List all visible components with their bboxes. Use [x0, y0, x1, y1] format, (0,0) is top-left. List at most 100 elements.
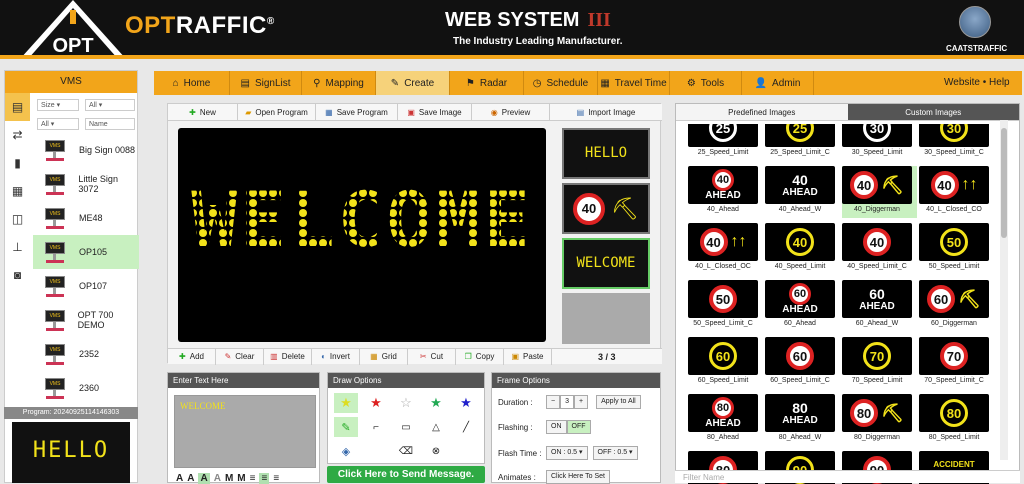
camera-icon[interactable]: ◙ — [5, 261, 30, 289]
grid-button[interactable]: ▦ Grid — [360, 348, 408, 365]
nav-item-signlist[interactable]: ▤ SignList — [230, 71, 302, 95]
align-left-icon[interactable]: ≡ — [250, 473, 256, 484]
predefined-image[interactable]: 70 70_Speed_Limit_C — [919, 337, 994, 389]
help-link[interactable]: Help — [989, 77, 1010, 88]
cut-button[interactable]: ✂ Cut — [408, 348, 456, 365]
open-program-button[interactable]: ▰ Open Program — [238, 104, 316, 121]
nav-item-travel-time[interactable]: ▦ Travel Time — [598, 71, 670, 95]
predefined-image[interactable]: 40 AHEAD 40_Ahead_W — [765, 166, 840, 218]
vms-list-item[interactable]: VMS Little Sign 3072 — [33, 167, 139, 201]
predefined-image[interactable]: 80 AHEAD 80_Ahead_W — [765, 394, 840, 446]
add-button[interactable]: ✚ Add — [168, 348, 216, 365]
save-program-button[interactable]: ▦ Save Program — [316, 104, 398, 121]
apply-to-all-button[interactable]: Apply to All — [596, 395, 641, 409]
align-center-icon[interactable]: ≡ — [259, 473, 270, 484]
paste-button[interactable]: ▣ Paste — [504, 348, 552, 365]
led-canvas[interactable]: WELCOME — [178, 128, 546, 342]
predefined-image[interactable]: 70 70_Speed_Limit — [842, 337, 917, 389]
nav-item-radar[interactable]: ⚑ Radar — [450, 71, 524, 95]
radar-sign-icon[interactable]: ◫ — [5, 205, 30, 233]
vms-list-item[interactable]: VMS OPT 700 DEMO — [33, 303, 139, 337]
vms-list-item[interactable]: VMS 2360 — [33, 371, 139, 405]
flash-on-button[interactable]: ON — [546, 420, 567, 434]
frame-thumb-1[interactable]: HELLO — [562, 128, 650, 179]
star-green-icon[interactable]: ★ — [424, 393, 448, 413]
flash-off-button[interactable]: OFF — [566, 420, 591, 434]
predefined-image[interactable]: 50 50_Speed_Limit — [919, 223, 994, 275]
vms-list-item[interactable]: VMS ME48 — [33, 201, 139, 235]
crop-icon[interactable]: ⌐ — [364, 417, 388, 437]
rect-select-icon[interactable]: ▭ — [394, 417, 418, 437]
predefined-image[interactable]: 25 25_Speed_Limit — [688, 124, 763, 161]
size-filter[interactable]: Size ▾ — [37, 99, 79, 111]
predefined-image[interactable]: 80 AHEAD 80_Ahead — [688, 394, 763, 446]
predefined-image[interactable]: 30 30_Speed_Limit_C — [919, 124, 994, 161]
send-message-button[interactable]: Click Here to Send Message. — [327, 466, 485, 483]
arrow-board-icon[interactable]: ⇄ — [5, 121, 30, 149]
predefined-image[interactable]: 60 60_Speed_Limit — [688, 337, 763, 389]
triangle-icon[interactable]: △ — [424, 417, 448, 437]
clear-circle-icon[interactable]: ⊗ — [424, 441, 448, 461]
nav-item-home[interactable]: ⌂ Home — [154, 71, 230, 95]
duration-minus[interactable]: − — [546, 395, 561, 409]
bucket-icon[interactable]: ◈ — [334, 441, 358, 461]
invert-button[interactable]: ◐ Invert — [312, 348, 360, 365]
predefined-image[interactable]: 50 50_Speed_Limit_C — [688, 280, 763, 332]
username[interactable]: CAATSTRAFFIC — [946, 44, 1007, 53]
led-icon[interactable]: ▦ — [5, 177, 30, 205]
nav-item-create[interactable]: ✎ Create — [376, 71, 450, 95]
gallery-scrollbar[interactable] — [1000, 120, 1008, 460]
predefined-image[interactable]: 40 AHEAD 40_Ahead — [688, 166, 763, 218]
copy-button[interactable]: ❐ Copy — [456, 348, 504, 365]
vms-type-icon[interactable]: ▤ — [5, 93, 30, 121]
predefined-image[interactable]: 80 80_Speed_Limit — [919, 394, 994, 446]
predefined-image[interactable]: 25 25_Speed_Limit_C — [765, 124, 840, 161]
predefined-image[interactable]: 30 30_Speed_Limit — [842, 124, 917, 161]
nav-item-admin[interactable]: 👤 Admin — [742, 71, 814, 95]
tab-custom-images[interactable]: Custom Images — [847, 104, 1019, 121]
star-red-icon[interactable]: ★ — [364, 393, 388, 413]
clear-button[interactable]: ✎ Clear — [216, 348, 264, 365]
font-a-4[interactable]: A — [214, 473, 221, 484]
pencil-icon[interactable]: ✎ — [334, 417, 358, 437]
duration-plus[interactable]: + — [574, 395, 589, 409]
duration-value[interactable]: 3 — [560, 395, 574, 409]
predefined-image[interactable]: 40 ↑↑ 40_L_Closed_CO — [919, 166, 994, 218]
predefined-image[interactable]: 40 ↑↑ 40_L_Closed_OC — [688, 223, 763, 275]
name-filter[interactable]: Name — [85, 118, 135, 130]
line-icon[interactable]: ╱ — [454, 417, 478, 437]
predefined-image[interactable]: 60 AHEAD 60_Ahead — [765, 280, 840, 332]
predefined-image[interactable]: 60 AHEAD 60_Ahead_W — [842, 280, 917, 332]
vms-list-item[interactable]: VMS Big Sign 0088 — [33, 133, 139, 167]
flash-on-select[interactable]: ON : 0.5 ▾ — [546, 446, 588, 460]
font-a-1[interactable]: A — [176, 473, 183, 484]
all-filter-2[interactable]: All ▾ — [37, 118, 79, 130]
font-a-2[interactable]: A — [187, 473, 194, 484]
frame-thumb-2[interactable]: 40 ⛏ — [562, 183, 650, 234]
predefined-image[interactable]: 40 ⛏ 40_Diggerman — [842, 166, 917, 218]
user-avatar[interactable] — [959, 6, 991, 38]
frame-thumb-3[interactable]: WELCOME — [562, 238, 650, 289]
nav-item-mapping[interactable]: ⚲ Mapping — [302, 71, 376, 95]
optraffic-logo[interactable]: OPT — [20, 0, 126, 59]
font-m-1[interactable]: M — [225, 473, 233, 484]
star-yellow-icon[interactable]: ★ — [334, 393, 358, 413]
predefined-image[interactable]: 80 ⛏ 80_Diggerman — [842, 394, 917, 446]
save-image-button[interactable]: ▣ Save Image — [398, 104, 472, 121]
import-image-button[interactable]: ▤ Import Image — [550, 104, 662, 121]
star-outline-icon[interactable]: ☆ — [394, 393, 418, 413]
align-right-icon[interactable]: ≡ — [273, 473, 279, 484]
website-link[interactable]: Website — [944, 77, 980, 88]
vms-list-item[interactable]: VMS OP107 — [33, 269, 139, 303]
tab-predefined-images[interactable]: Predefined Images — [676, 104, 848, 121]
vms-list-item[interactable]: VMS OP105 — [33, 235, 139, 269]
text-input[interactable]: WELCOME — [174, 395, 316, 468]
scroll-thumb[interactable] — [1001, 128, 1007, 238]
font-m-2[interactable]: M — [237, 473, 245, 484]
barrier-icon[interactable]: ⊥ — [5, 233, 30, 261]
all-filter-1[interactable]: All ▾ — [85, 99, 135, 111]
light-tower-icon[interactable]: ▮ — [5, 149, 30, 177]
nav-item-tools[interactable]: ⚙ Tools — [670, 71, 742, 95]
preview-button[interactable]: ◉ Preview — [472, 104, 550, 121]
delete-button[interactable]: ▥ Delete — [264, 348, 312, 365]
